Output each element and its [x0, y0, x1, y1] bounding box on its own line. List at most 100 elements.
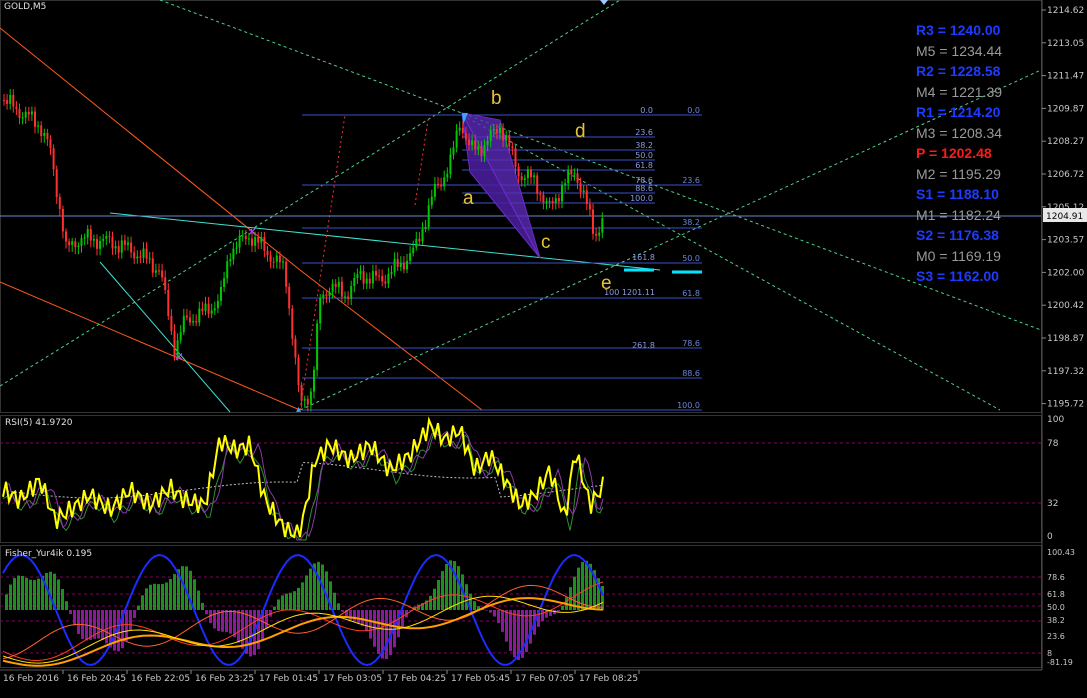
candle-body [143, 249, 145, 258]
top-arrow-icon [600, 0, 608, 5]
time-axis[interactable]: 16 Feb 201616 Feb 20:4516 Feb 22:0516 Fe… [0, 670, 1042, 684]
candle-body [276, 256, 278, 262]
fisher-bar [137, 606, 140, 610]
candle-body [59, 197, 61, 209]
candle-body [208, 304, 210, 314]
candle-body [239, 236, 241, 248]
time-tick-label: 16 Feb 20:45 [67, 674, 126, 684]
candle-body [198, 309, 200, 323]
candle-body [394, 259, 396, 272]
rsi-title: RSI(5) 41.9720 [5, 418, 72, 428]
candle-body [192, 321, 194, 322]
candle-body [542, 195, 544, 203]
fisher-bar [357, 610, 360, 623]
candle-body [558, 198, 560, 201]
candle-body [263, 237, 265, 251]
candle-body [56, 169, 58, 197]
candle-body [183, 316, 185, 332]
price-tick-label: 1203.57 [1047, 236, 1084, 246]
fisher-bar [197, 591, 200, 610]
candle-body [378, 276, 380, 277]
candle-body [366, 279, 368, 284]
price-tick-label: 1206.72 [1047, 170, 1084, 180]
candle-body [77, 246, 79, 248]
fisher-bar [77, 610, 80, 634]
price-tick-label: 1214.62 [1047, 6, 1084, 16]
price-tick-label: 1198.87 [1047, 334, 1084, 344]
fisher-bar [377, 610, 380, 654]
candle-body [87, 229, 89, 237]
fisher-bar [513, 610, 516, 657]
candle-body [459, 128, 461, 131]
candle-body [583, 190, 585, 192]
turquoise-trend-line[interactable] [110, 213, 660, 270]
candle-body [257, 237, 259, 243]
fibo1-level-786: 78.6 [682, 339, 700, 348]
candle-body [384, 281, 386, 283]
candle-body [236, 248, 238, 249]
fisher-bar [125, 610, 128, 641]
candle-body [105, 236, 107, 239]
pivot-level-0: R3 = 1240.00 [916, 20, 1036, 41]
candle-body [493, 129, 495, 130]
candle-body [387, 274, 389, 283]
fisher-bar [13, 578, 16, 610]
pivot-level-3: M4 = 1221.39 [916, 82, 1036, 103]
candle-body [19, 109, 21, 118]
rsi-pane[interactable] [1, 416, 1042, 543]
candle-body [400, 263, 402, 267]
candle-body [177, 340, 179, 357]
candle-body [319, 298, 321, 323]
candle-body [325, 295, 327, 296]
fisher-bar [497, 610, 500, 623]
fisher-bar [445, 564, 448, 610]
fibo2-level-50: 50.0 [635, 151, 653, 160]
fisher-bar [337, 603, 340, 610]
candle-body [102, 239, 104, 241]
fisher-bar [473, 601, 476, 610]
fisher-level-label: -81.19 [1047, 658, 1073, 667]
trend-line-upper-red-ext[interactable] [300, 270, 482, 410]
fisher-bar [505, 610, 508, 642]
marker-low-2: ▴ [296, 404, 301, 415]
wave-label-e: e [601, 273, 612, 295]
candle-body [505, 135, 507, 141]
candle-body [356, 274, 358, 278]
fisher-level-label: 100.43 [1047, 548, 1075, 557]
candle-body [490, 130, 492, 141]
fisher-bar [349, 610, 352, 620]
candle-body [146, 249, 148, 259]
price-tick-label: 1197.32 [1047, 367, 1084, 377]
candle-body [291, 308, 293, 338]
candle-body [6, 100, 8, 104]
fibonacci-extension[interactable]: 161.8 100 1201.11 261.8 [604, 253, 655, 350]
candle-body [9, 95, 11, 104]
candle-body [127, 243, 129, 245]
candle-body [270, 255, 272, 262]
candle-body [242, 236, 244, 237]
candle-body [499, 128, 501, 133]
wave-label-c: c [541, 232, 551, 254]
fisher-bar [113, 610, 116, 651]
fisher-bar [585, 561, 588, 610]
fisher-indicator[interactable] [0, 555, 1041, 666]
candle-body [307, 399, 309, 405]
candle-body [248, 239, 250, 240]
fisher-bar [277, 599, 280, 610]
fibo2-level-0: 0.0 [640, 106, 653, 115]
candle-body [406, 261, 408, 270]
candle-body [344, 296, 346, 297]
candle-body [170, 316, 172, 331]
price-axis[interactable]: 1214.621213.051211.471209.871208.271206.… [1042, 0, 1084, 670]
candle-body [449, 155, 451, 174]
fisher-bar [5, 594, 8, 610]
candle-body [601, 218, 603, 232]
candle-body [353, 278, 355, 286]
candle-body [341, 282, 343, 297]
trend-line-lower-red[interactable] [0, 282, 300, 410]
time-tick-label: 17 Feb 01:45 [259, 674, 318, 684]
fisher-bar [173, 574, 176, 610]
rsi-indicator[interactable] [0, 420, 1041, 540]
candle-body [412, 248, 414, 254]
red-dotted-line-2[interactable] [415, 120, 428, 205]
